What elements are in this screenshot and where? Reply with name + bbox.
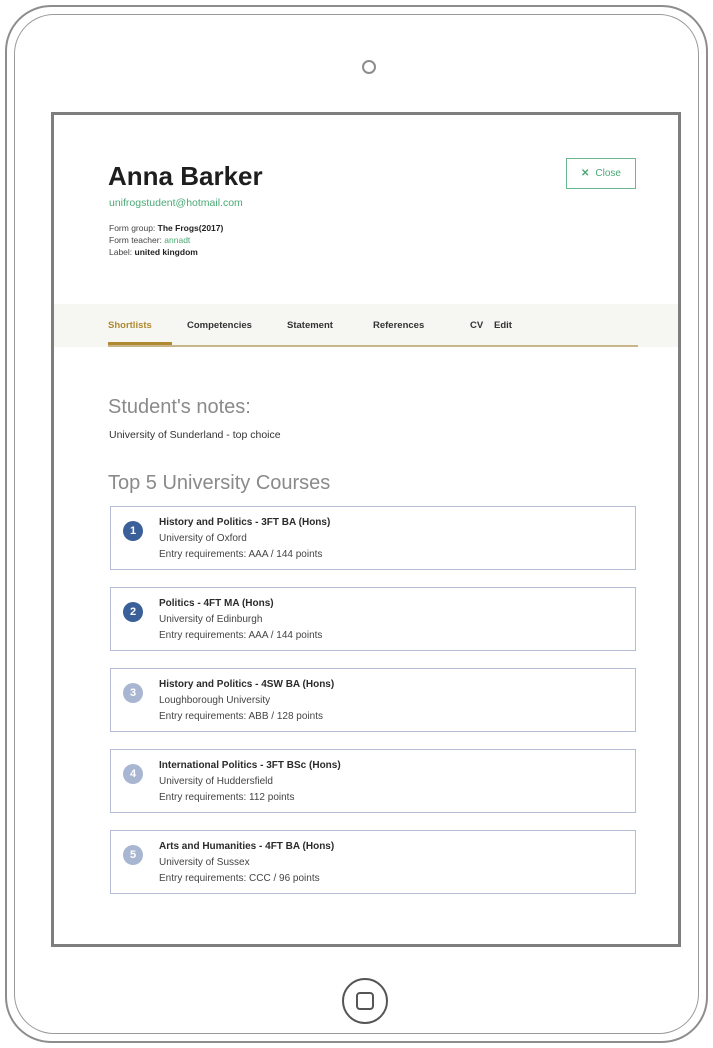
tab-shortlists[interactable]: Shortlists	[108, 320, 152, 331]
course-entry-requirements: Entry requirements: 112 points	[159, 792, 295, 803]
form-group-label: Form group:	[109, 223, 156, 233]
course-university: University of Sussex	[159, 857, 250, 868]
course-card[interactable]: 2 Politics - 4FT MA (Hons) University of…	[110, 587, 636, 651]
close-icon: ✕	[581, 168, 590, 179]
home-icon	[356, 992, 374, 1010]
tab-statement[interactable]: Statement	[287, 320, 333, 331]
course-university: University of Huddersfield	[159, 776, 273, 787]
courses-heading: Top 5 University Courses	[108, 472, 331, 494]
course-title: History and Politics - 4SW BA (Hons)	[159, 679, 335, 690]
rank-badge: 3	[123, 683, 143, 703]
course-title: International Politics - 3FT BSc (Hons)	[159, 760, 341, 771]
course-university: Loughborough University	[159, 695, 271, 706]
tab-cv[interactable]: CV	[470, 320, 483, 331]
close-button-label: Close	[595, 168, 621, 179]
form-group-value: The Frogs(2017)	[157, 223, 224, 233]
course-card[interactable]: 5 Arts and Humanities - 4FT BA (Hons) Un…	[110, 830, 636, 894]
notes-text: University of Sunderland - top choice	[109, 429, 281, 441]
tab-references[interactable]: References	[373, 320, 424, 331]
rank-badge: 4	[123, 764, 143, 784]
form-group-row: Form group: The Frogs(2017)	[109, 223, 223, 233]
course-entry-requirements: Entry requirements: CCC / 96 points	[159, 873, 320, 884]
course-title: Arts and Humanities - 4FT BA (Hons)	[159, 841, 335, 852]
rank-badge: 2	[123, 602, 143, 622]
course-card[interactable]: 4 International Politics - 3FT BSc (Hons…	[110, 749, 636, 813]
course-university: University of Edinburgh	[159, 614, 263, 625]
label-value: united kingdom	[134, 247, 198, 257]
course-entry-requirements: Entry requirements: ABB / 128 points	[159, 711, 323, 722]
course-university: University of Oxford	[159, 533, 247, 544]
tablet-screen: Anna Barker unifrogstudent@hotmail.com F…	[51, 112, 681, 947]
camera-icon	[362, 60, 376, 74]
course-entry-requirements: Entry requirements: AAA / 144 points	[159, 630, 323, 641]
form-teacher-value[interactable]: annadt	[164, 235, 190, 245]
label-row: Label: united kingdom	[109, 247, 198, 257]
tab-bar-divider	[108, 345, 638, 347]
tab-edit[interactable]: Edit	[494, 320, 512, 331]
rank-badge: 5	[123, 845, 143, 865]
label-label: Label:	[109, 247, 133, 257]
home-button[interactable]	[342, 978, 388, 1024]
course-title: Politics - 4FT MA (Hons)	[159, 598, 274, 609]
student-name: Anna Barker	[108, 161, 263, 191]
student-email-link[interactable]: unifrogstudent@hotmail.com	[109, 197, 243, 209]
tab-competencies[interactable]: Competencies	[187, 320, 252, 331]
notes-heading: Student's notes:	[108, 396, 251, 418]
course-title: History and Politics - 3FT BA (Hons)	[159, 517, 331, 528]
course-entry-requirements: Entry requirements: AAA / 144 points	[159, 549, 323, 560]
form-teacher-row: Form teacher: annadt	[109, 235, 190, 245]
course-card[interactable]: 1 History and Politics - 3FT BA (Hons) U…	[110, 506, 636, 570]
rank-badge: 1	[123, 521, 143, 541]
close-button[interactable]: ✕ Close	[566, 158, 636, 189]
course-card[interactable]: 3 History and Politics - 4SW BA (Hons) L…	[110, 668, 636, 732]
active-tab-indicator	[108, 342, 172, 345]
form-teacher-label: Form teacher:	[109, 235, 162, 245]
